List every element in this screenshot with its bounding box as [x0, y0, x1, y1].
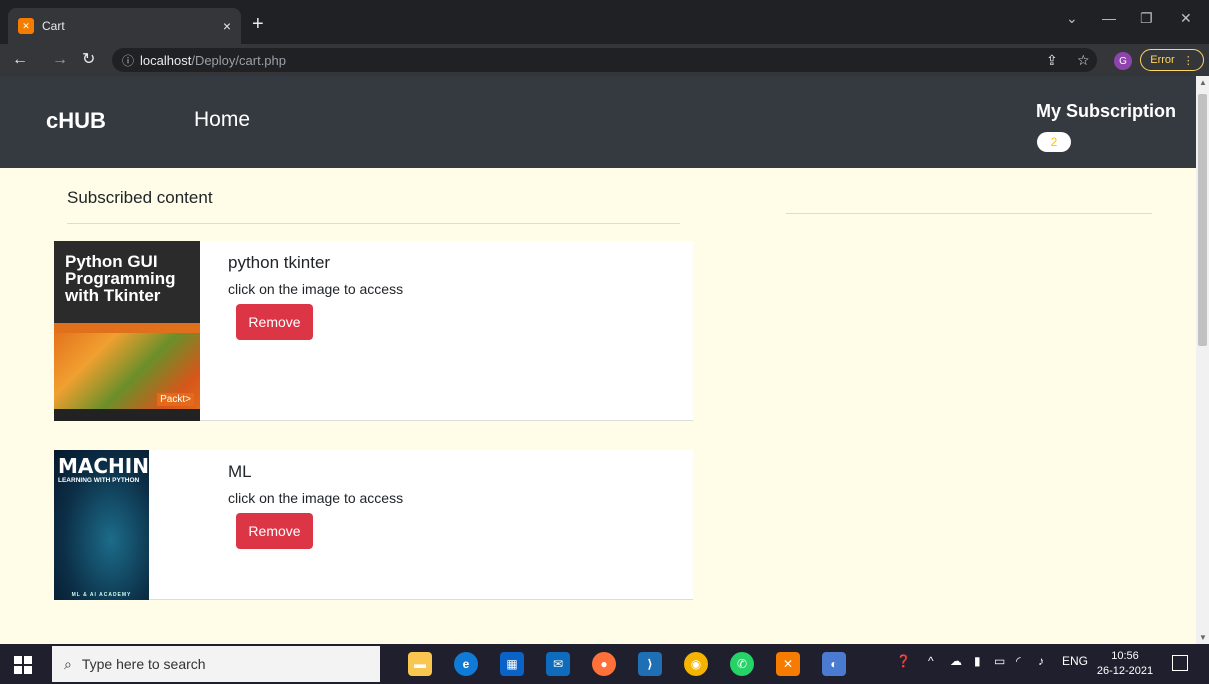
error-button[interactable]: Error ⋮	[1140, 49, 1204, 71]
onedrive-icon[interactable]: ☁	[950, 654, 962, 668]
whatsapp-icon[interactable]: ✆	[730, 652, 754, 676]
cover-title: Python GUI Programming with Tkinter	[65, 252, 176, 305]
course-name: ML	[228, 462, 252, 481]
forward-icon[interactable]: →	[52, 50, 68, 70]
taskbar-clock[interactable]: 10:56 26-12-2021	[1096, 649, 1154, 679]
star-icon[interactable]: ☆	[1077, 52, 1090, 69]
error-label: Error	[1150, 54, 1175, 66]
address-toolbar: ← → ↻ ⓘ localhost /Deploy/cart.php ⇪ ☆	[0, 44, 1209, 76]
my-subscription-link[interactable]: My Subscription	[1036, 101, 1176, 122]
scrollbar-thumb[interactable]	[1198, 94, 1207, 346]
brand-logo[interactable]: cHUB	[46, 108, 106, 134]
cover-footer: ML & AI ACADEMY	[71, 592, 132, 598]
back-icon[interactable]: ←	[12, 50, 28, 70]
share-icon[interactable]: ⇪	[1046, 52, 1058, 69]
reload-icon[interactable]: ↻	[82, 50, 95, 70]
page-viewport: cHUB Home My Subscription 2 Subscribed c…	[0, 76, 1209, 644]
restore-icon[interactable]: ❐	[1140, 10, 1153, 27]
help-icon[interactable]: ❓	[896, 654, 911, 668]
search-icon: ⌕	[64, 655, 72, 672]
chrome-icon[interactable]: ◉	[684, 652, 708, 676]
course-cover-image[interactable]: Python GUI Programming with Tkinter Pack…	[54, 241, 200, 421]
windows-taskbar: ⌕ Type here to search ▬ e ▦ ✉ ● ⟩ ◉ ✆ ✕ …	[0, 644, 1209, 684]
course-name: python tkinter	[228, 253, 331, 272]
vscode-icon[interactable]: ⟩	[638, 652, 662, 676]
menu-icon: ⋮	[1182, 54, 1194, 67]
subscription-count-badge: 2	[1037, 132, 1071, 152]
mail-icon[interactable]: ✉	[546, 652, 570, 676]
firefox-icon[interactable]: ●	[592, 652, 616, 676]
wifi-icon[interactable]: ◜	[1016, 654, 1021, 668]
clock-date: 26-12-2021	[1096, 665, 1154, 677]
tab-close-icon[interactable]: ×	[223, 18, 231, 34]
edge-icon[interactable]: e	[454, 652, 478, 676]
subscription-card: MACHINE LEARNING WITH PYTHON ML & AI ACA…	[54, 450, 693, 600]
cover-title: MACHINE	[58, 454, 149, 478]
divider	[786, 213, 1152, 214]
xampp-icon[interactable]: ✕	[776, 652, 800, 676]
new-tab-button[interactable]: +	[252, 14, 264, 34]
section-title: Subscribed content	[67, 188, 213, 207]
volume-icon[interactable]: ♪	[1038, 654, 1044, 668]
scroll-up-icon[interactable]: ▲	[1199, 78, 1207, 87]
cover-art	[54, 323, 200, 421]
battery-icon[interactable]: ▭	[994, 654, 1005, 668]
course-hint: click on the image to access	[228, 490, 404, 506]
divider	[67, 223, 680, 224]
browser-tab[interactable]: ✕ Cart ×	[8, 8, 241, 44]
chrome-profile-icon[interactable]: ◐	[822, 652, 846, 676]
cover-strip	[54, 323, 200, 333]
windows-start-icon[interactable]	[14, 656, 32, 674]
subscription-card: Python GUI Programming with Tkinter Pack…	[54, 241, 693, 421]
taskbar-search-box[interactable]: ⌕ Type here to search	[52, 646, 380, 682]
site-navbar: cHUB Home My Subscription 2	[0, 76, 1196, 168]
notification-icon[interactable]	[1172, 655, 1188, 671]
cover-subtitle: LEARNING WITH PYTHON	[58, 477, 140, 484]
page-scrollbar[interactable]: ▲ ▼	[1196, 76, 1209, 644]
course-cover-image[interactable]: MACHINE LEARNING WITH PYTHON ML & AI ACA…	[54, 450, 149, 600]
minimize-icon[interactable]: —	[1102, 10, 1116, 26]
file-explorer-icon[interactable]: ▬	[408, 652, 432, 676]
scroll-down-icon[interactable]: ▼	[1199, 633, 1207, 642]
url-bar[interactable]: ⓘ localhost /Deploy/cart.php	[112, 48, 1097, 72]
url-host: localhost	[140, 52, 192, 68]
course-hint: click on the image to access	[228, 281, 404, 297]
xampp-favicon-icon: ✕	[18, 18, 34, 34]
chevron-up-icon[interactable]: ^	[928, 654, 934, 668]
microphone-icon[interactable]: ▮	[974, 654, 981, 668]
info-icon[interactable]: ⓘ	[122, 52, 134, 69]
clock-time: 10:56	[1111, 650, 1139, 662]
store-icon[interactable]: ▦	[500, 652, 524, 676]
search-placeholder: Type here to search	[81, 656, 206, 672]
cover-footer	[54, 409, 200, 421]
nav-home-link[interactable]: Home	[194, 108, 250, 132]
close-window-icon[interactable]: ✕	[1180, 10, 1192, 27]
tab-title: Cart	[42, 19, 65, 33]
browser-titlebar: ✕ Cart × + ⌄ — ❐ ✕	[0, 0, 1209, 44]
cover-publisher: Packt>	[157, 393, 194, 406]
tab-search-icon[interactable]: ⌄	[1066, 10, 1078, 27]
remove-button[interactable]: Remove	[236, 513, 313, 549]
profile-avatar[interactable]: G	[1114, 52, 1132, 70]
remove-button[interactable]: Remove	[236, 304, 313, 340]
language-indicator[interactable]: ENG	[1062, 654, 1088, 668]
url-path: /Deploy/cart.php	[191, 52, 286, 68]
